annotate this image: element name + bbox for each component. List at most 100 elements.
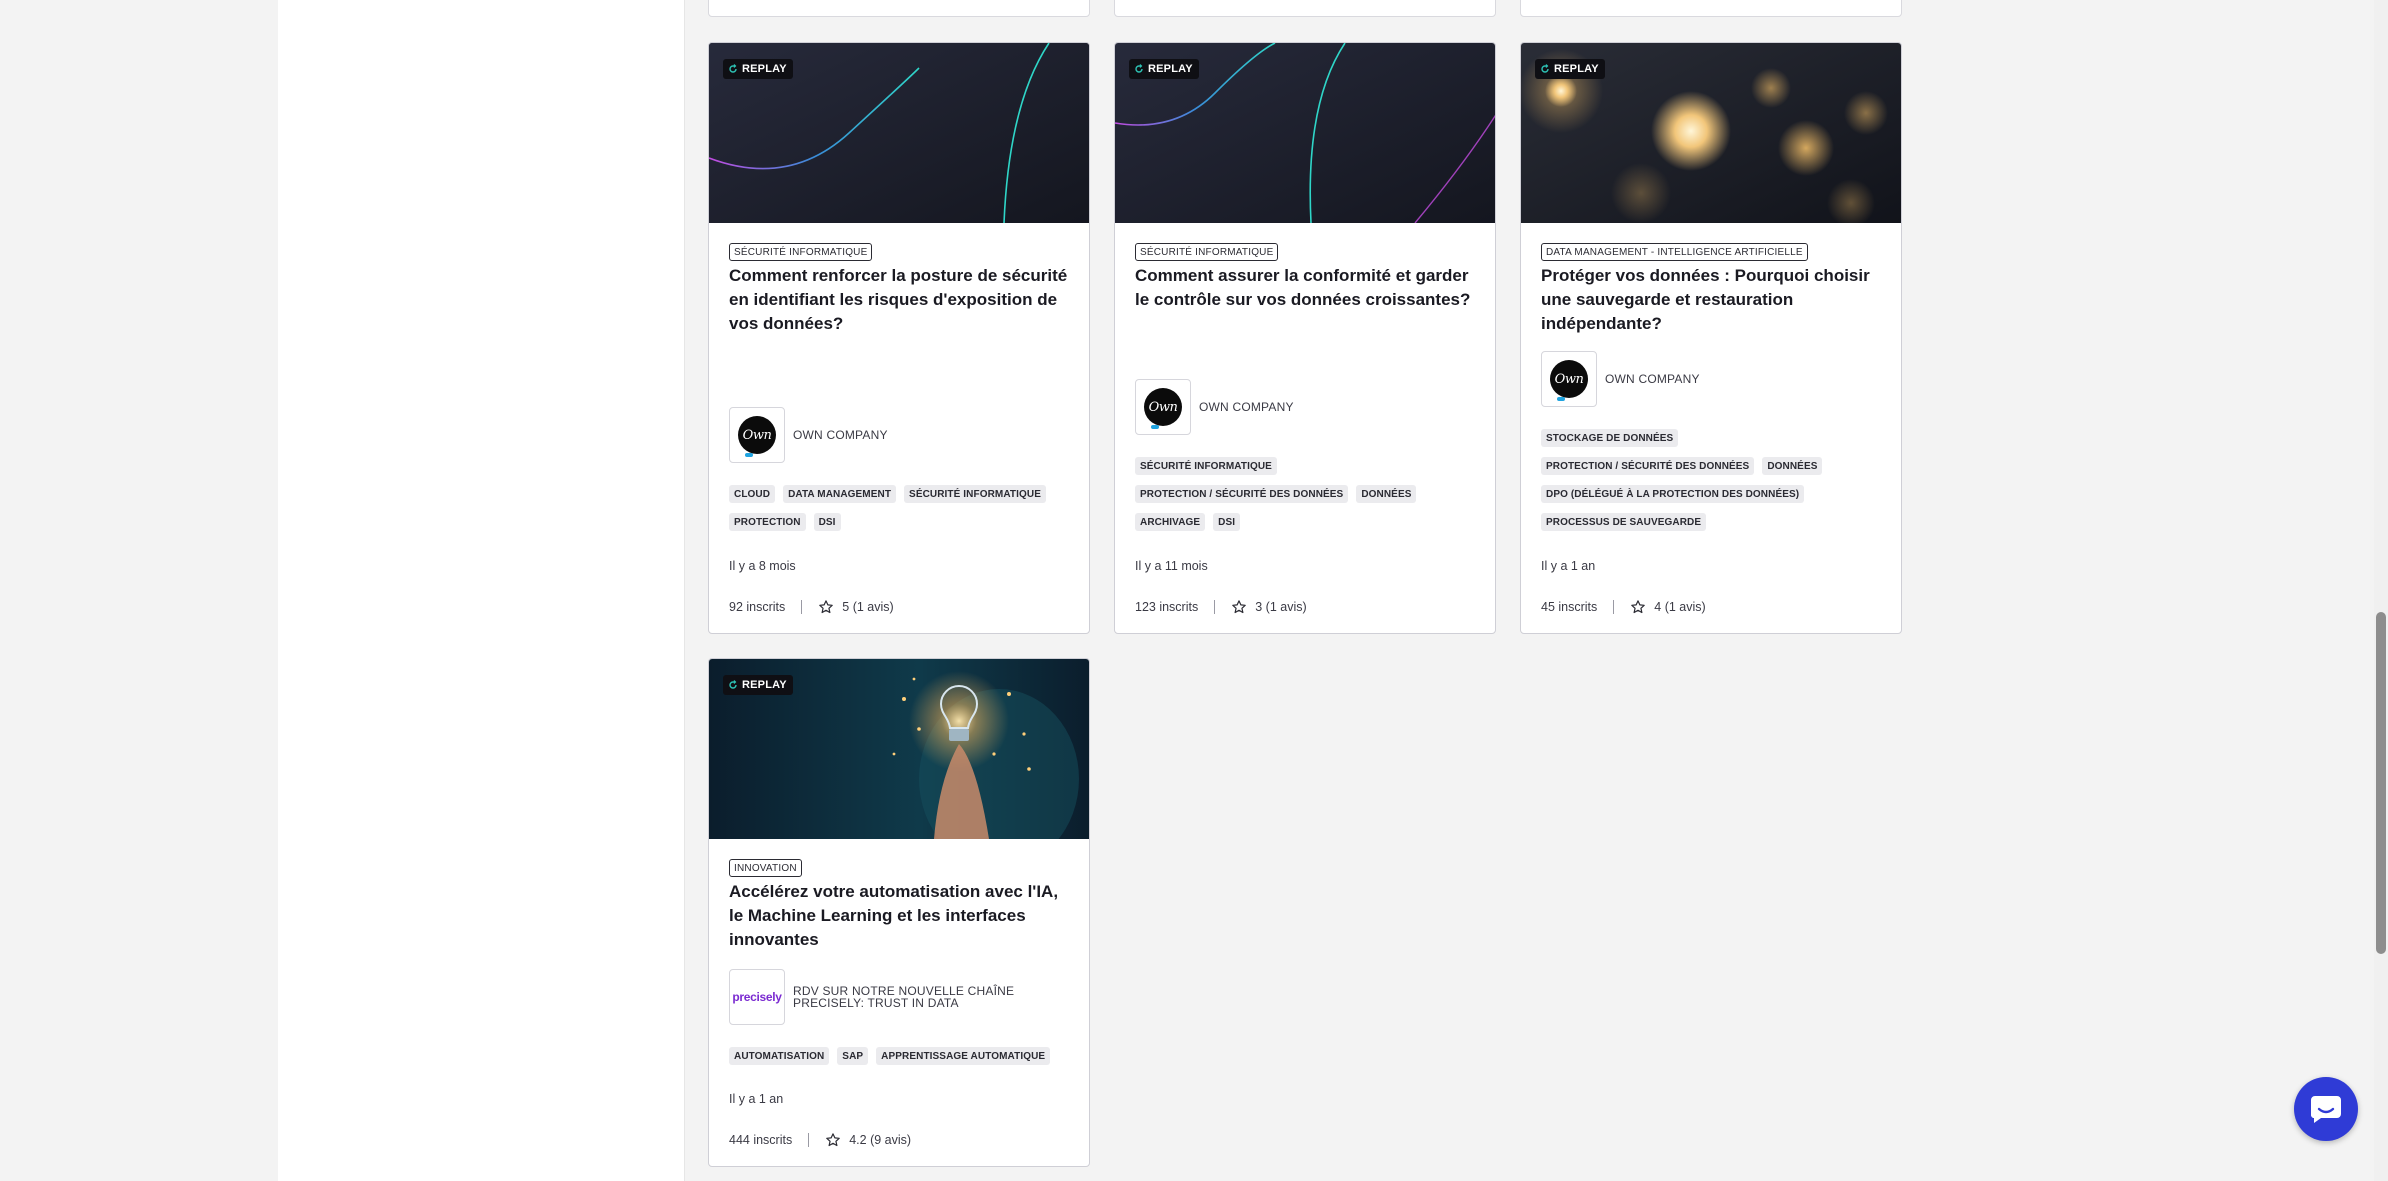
webinar-card[interactable]: REPLAY DATA MANAGEMENT - INTELLIGENCE AR… <box>1520 42 1902 634</box>
star-icon <box>1630 599 1646 615</box>
rating-value: 4.2 (9 avis) <box>849 1133 912 1147</box>
tag-list: AUTOMATISATION SAP APPRENTISSAGE AUTOMAT… <box>729 1047 1073 1065</box>
replay-icon <box>729 64 737 73</box>
tag-list: SÉCURITÉ INFORMATIQUE PROTECTION / SÉCUR… <box>1135 457 1479 531</box>
replay-icon <box>1135 64 1143 73</box>
previous-card[interactable] <box>708 0 1090 17</box>
tag[interactable]: STOCKAGE DE DONNÉES <box>1541 429 1679 447</box>
card-stats: 123 inscrits 3 (1 avis) <box>1135 599 1307 615</box>
replay-badge: REPLAY <box>723 675 793 695</box>
tag[interactable]: PROTECTION / SÉCURITÉ DES DONNÉES <box>1135 485 1349 503</box>
replay-badge: REPLAY <box>1129 59 1199 79</box>
organizer[interactable]: Own OWN COMPANY <box>1135 379 1294 435</box>
own-logo: Own <box>1144 388 1182 426</box>
rating-value: 3 (1 avis) <box>1255 600 1307 614</box>
registrations-count: 45 inscrits <box>1541 600 1598 614</box>
organizer-name[interactable]: OWN COMPANY <box>1199 401 1294 413</box>
category-label[interactable]: DATA MANAGEMENT - INTELLIGENCE ARTIFICIE… <box>1541 243 1808 261</box>
card-thumbnail: REPLAY <box>1521 43 1901 223</box>
organizer-logo[interactable]: precisely <box>729 969 785 1025</box>
organizer-name[interactable]: OWN COMPANY <box>1605 373 1700 385</box>
category-label[interactable]: SÉCURITÉ INFORMATIQUE <box>729 243 873 261</box>
card-title[interactable]: Protéger vos données : Pourquoi choisir … <box>1541 264 1881 336</box>
chat-icon <box>2310 1096 2341 1123</box>
tag[interactable]: AUTOMATISATION <box>729 1047 830 1065</box>
logo-accent-dot <box>745 453 753 457</box>
tag[interactable]: SÉCURITÉ INFORMATIQUE <box>1135 457 1277 475</box>
publish-date: Il y a 11 mois <box>1135 559 1208 573</box>
replay-label: REPLAY <box>1148 63 1193 75</box>
webinar-card[interactable]: REPLAY SÉCURITÉ INFORMATIQUE Comment ren… <box>708 42 1090 634</box>
tag[interactable]: DSI <box>1213 513 1241 531</box>
tag[interactable]: DONNÉES <box>1762 457 1823 475</box>
tag[interactable]: SÉCURITÉ INFORMATIQUE <box>904 485 1046 503</box>
previous-card[interactable] <box>1520 0 1902 17</box>
card-stats: 92 inscrits 5 (1 avis) <box>729 599 894 615</box>
category-label[interactable]: SÉCURITÉ INFORMATIQUE <box>1135 243 1279 261</box>
precisely-logo: precisely <box>732 990 782 1004</box>
replay-icon <box>1541 64 1549 73</box>
sidebar-divider <box>684 0 685 1181</box>
scrollbar-track[interactable] <box>2374 0 2388 1181</box>
scrollbar-thumb[interactable] <box>2376 612 2386 954</box>
replay-label: REPLAY <box>742 63 787 75</box>
registrations-count: 123 inscrits <box>1135 600 1199 614</box>
publish-date: Il y a 1 an <box>1541 559 1596 573</box>
tag[interactable]: SAP <box>837 1047 869 1065</box>
tag-list: STOCKAGE DE DONNÉES PROTECTION / SÉCURIT… <box>1541 429 1885 531</box>
star-icon <box>825 1132 841 1148</box>
organizer[interactable]: Own OWN COMPANY <box>729 407 888 463</box>
tag[interactable]: APPRENTISSAGE AUTOMATIQUE <box>876 1047 1051 1065</box>
tag[interactable]: DATA MANAGEMENT <box>783 485 897 503</box>
logo-accent-dot <box>1151 425 1159 429</box>
stats-divider <box>808 1133 810 1147</box>
replay-badge: REPLAY <box>1535 59 1605 79</box>
stats-divider <box>1214 600 1216 614</box>
registrations-count: 444 inscrits <box>729 1133 793 1147</box>
tag[interactable]: PROTECTION / SÉCURITÉ DES DONNÉES <box>1541 457 1755 475</box>
tag[interactable]: CLOUD <box>729 485 776 503</box>
card-thumbnail: REPLAY <box>1115 43 1495 223</box>
replay-badge: REPLAY <box>723 59 793 79</box>
own-logo: Own <box>1550 360 1588 398</box>
organizer[interactable]: precisely RDV SUR NOTRE NOUVELLE CHAÎNE … <box>729 969 1023 1025</box>
replay-label: REPLAY <box>1554 63 1599 75</box>
replay-icon <box>729 680 737 689</box>
card-thumbnail: REPLAY <box>709 659 1089 839</box>
organizer-name[interactable]: RDV SUR NOTRE NOUVELLE CHAÎNE PRECISELY:… <box>793 985 1023 1009</box>
tag[interactable]: PROTECTION <box>729 513 806 531</box>
organizer-name[interactable]: OWN COMPANY <box>793 429 888 441</box>
stats-divider <box>1613 600 1615 614</box>
tag[interactable]: ARCHIVAGE <box>1135 513 1206 531</box>
webinar-card[interactable]: REPLAY SÉCURITÉ INFORMATIQUE Comment ass… <box>1114 42 1496 634</box>
organizer-logo[interactable]: Own <box>729 407 785 463</box>
tag[interactable]: DONNÉES <box>1356 485 1417 503</box>
rating-value: 5 (1 avis) <box>842 600 894 614</box>
tag-list: CLOUD DATA MANAGEMENT SÉCURITÉ INFORMATI… <box>729 485 1073 531</box>
tag[interactable]: PROCESSUS DE SAUVEGARDE <box>1541 513 1707 531</box>
card-thumbnail: REPLAY <box>709 43 1089 223</box>
card-title[interactable]: Comment renforcer la posture de sécurité… <box>729 264 1069 336</box>
star-icon <box>1231 599 1247 615</box>
card-stats: 444 inscrits 4.2 (9 avis) <box>729 1132 911 1148</box>
card-title[interactable]: Comment assurer la conformité et garder … <box>1135 264 1475 312</box>
organizer-logo[interactable]: Own <box>1541 351 1597 407</box>
own-logo: Own <box>738 416 776 454</box>
tag[interactable]: DPO (DÉLÉGUÉ À LA PROTECTION DES DONNÉES… <box>1541 485 1805 503</box>
webinar-card[interactable]: REPLAY INNOVATION Accélérez votre automa… <box>708 658 1090 1167</box>
previous-card[interactable] <box>1114 0 1496 17</box>
organizer-logo[interactable]: Own <box>1135 379 1191 435</box>
logo-accent-dot <box>1557 397 1565 401</box>
category-label[interactable]: INNOVATION <box>729 859 802 877</box>
stats-divider <box>801 600 803 614</box>
tag[interactable]: DSI <box>813 513 841 531</box>
left-sidebar <box>278 0 684 1181</box>
publish-date: Il y a 8 mois <box>729 559 796 573</box>
chat-button[interactable] <box>2294 1077 2358 1141</box>
card-title[interactable]: Accélérez votre automatisation avec l'IA… <box>729 880 1069 952</box>
replay-label: REPLAY <box>742 679 787 691</box>
publish-date: Il y a 1 an <box>729 1092 784 1106</box>
organizer[interactable]: Own OWN COMPANY <box>1541 351 1700 407</box>
registrations-count: 92 inscrits <box>729 600 786 614</box>
card-stats: 45 inscrits 4 (1 avis) <box>1541 599 1706 615</box>
